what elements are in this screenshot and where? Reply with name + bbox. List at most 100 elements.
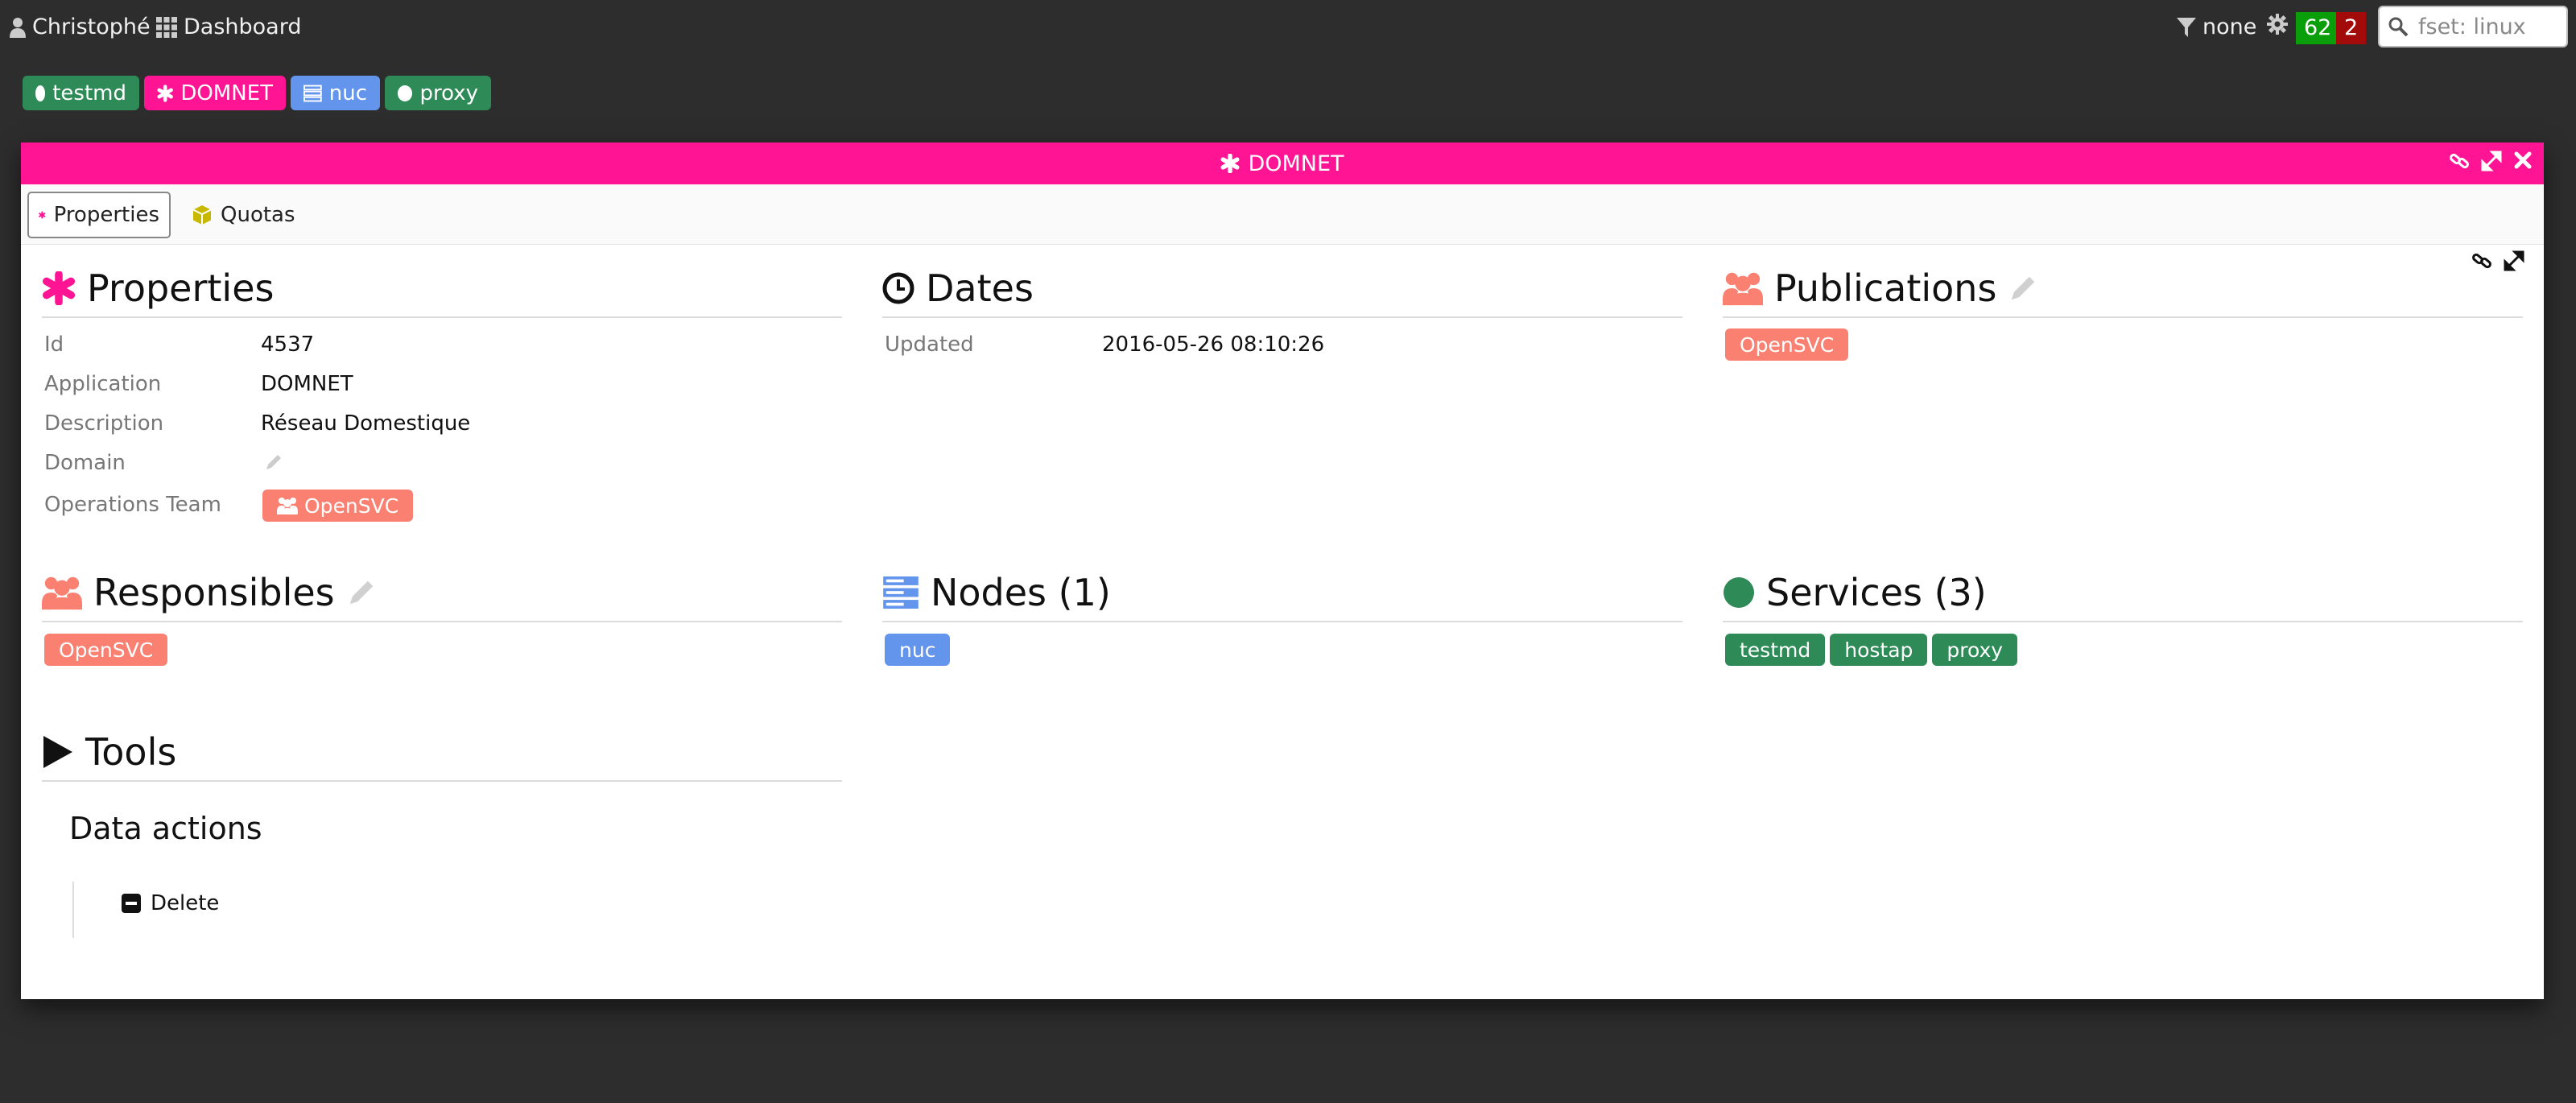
- object-tab-label: DOMNET: [180, 81, 273, 105]
- property-key: Domain: [44, 451, 126, 475]
- section-title-text: Responsibles: [93, 571, 335, 614]
- property-key: Application: [44, 372, 162, 396]
- date-key: Updated: [885, 333, 974, 357]
- property-key: Operations Team: [44, 493, 221, 517]
- search-icon: [2388, 17, 2409, 37]
- section-title: Responsibles: [42, 566, 842, 619]
- dates-section: Dates: [882, 262, 1682, 318]
- pencil-icon[interactable]: [346, 577, 377, 608]
- circle-icon: [35, 85, 46, 101]
- object-tab-nuc[interactable]: nuc: [291, 76, 380, 110]
- clock-icon: [882, 272, 914, 304]
- grid-icon: [156, 16, 177, 38]
- section-title: Dates: [882, 262, 1682, 315]
- user-icon: [10, 17, 26, 38]
- delete-label: Delete: [151, 891, 220, 915]
- divider: [42, 780, 842, 782]
- user-name: Christophé: [32, 14, 151, 39]
- publications-section: Publications: [1723, 262, 2523, 318]
- server-icon: [883, 576, 919, 609]
- section-title-text: Dates: [926, 266, 1034, 310]
- pencil-icon[interactable]: [264, 452, 283, 472]
- circle-icon: [398, 85, 413, 101]
- dashboard-link[interactable]: Dashboard: [156, 14, 301, 39]
- service-badge-testmd[interactable]: testmd: [1725, 634, 1826, 666]
- panel-title: DOMNET: [1248, 151, 1344, 176]
- service-badge-proxy[interactable]: proxy: [1932, 634, 2018, 666]
- responsibles-section: Responsibles: [42, 566, 842, 622]
- asterisk-icon: [157, 84, 173, 102]
- object-tab-domnet[interactable]: DOMNET: [144, 76, 286, 110]
- filter-icon: [2177, 17, 2196, 37]
- section-title: Properties: [42, 262, 842, 315]
- filter-value: none: [2202, 14, 2257, 39]
- ok-count-badge[interactable]: 62: [2296, 12, 2340, 44]
- cube-icon: [192, 205, 212, 225]
- property-value[interactable]: Réseau Domestique: [261, 411, 470, 436]
- section-title-text: Nodes (1): [931, 571, 1111, 614]
- play-icon: [43, 736, 72, 768]
- object-tab-testmd[interactable]: testmd: [23, 76, 139, 110]
- node-badge[interactable]: nuc: [885, 634, 951, 666]
- service-badge-hostap[interactable]: hostap: [1830, 634, 1928, 666]
- tab-label: Properties: [53, 203, 159, 227]
- responsible-badge[interactable]: OpenSVC: [44, 634, 168, 666]
- divider: [72, 882, 74, 938]
- users-icon: [1723, 272, 1763, 306]
- tab-quotas[interactable]: Quotas: [182, 192, 305, 238]
- asterisk-icon: [39, 211, 46, 219]
- property-value: 4537: [261, 333, 315, 357]
- settings-button[interactable]: [2267, 14, 2288, 35]
- open-objects-bar: testmd DOMNET nuc proxy: [23, 76, 491, 110]
- badge-label: OpenSVC: [304, 494, 399, 518]
- object-tab-label: nuc: [328, 81, 367, 105]
- users-icon: [277, 498, 298, 514]
- section-title: Services (3): [1723, 566, 2523, 619]
- object-tab-proxy[interactable]: proxy: [385, 76, 491, 110]
- link-icon[interactable]: [2449, 151, 2470, 171]
- tab-label: Quotas: [221, 203, 295, 227]
- search-box[interactable]: [2378, 6, 2568, 48]
- operations-team-badge[interactable]: OpenSVC: [262, 490, 414, 522]
- object-tab-label: proxy: [419, 81, 478, 105]
- users-icon: [42, 576, 82, 610]
- tab-properties[interactable]: Properties: [27, 192, 171, 238]
- filter-selector[interactable]: none: [2177, 14, 2256, 39]
- divider: [1723, 621, 2523, 622]
- asterisk-icon: [1220, 154, 1240, 173]
- dashboard-label: Dashboard: [184, 14, 302, 39]
- property-key: Description: [44, 411, 164, 436]
- search-input[interactable]: [2417, 13, 2565, 40]
- date-value: 2016-05-26 08:10:26: [1102, 333, 1325, 357]
- delete-button[interactable]: Delete: [122, 891, 219, 915]
- section-title: Nodes (1): [882, 566, 1682, 619]
- section-title-text: Publications: [1774, 266, 1997, 310]
- divider: [42, 621, 842, 622]
- section-title-text: Properties: [87, 266, 275, 310]
- user-menu[interactable]: Christophé: [10, 14, 151, 39]
- error-count-badge[interactable]: 2: [2336, 12, 2367, 44]
- divider: [882, 621, 1682, 622]
- nodes-section: Nodes (1): [882, 566, 1682, 622]
- properties-section: Properties: [42, 262, 842, 318]
- top-bar: Christophé Dashboard none 62 2: [0, 0, 2576, 58]
- section-title: Tools: [42, 725, 842, 779]
- object-tab-label: testmd: [52, 81, 126, 105]
- panel-controls: [2449, 151, 2533, 171]
- publication-badge[interactable]: OpenSVC: [1725, 328, 1849, 361]
- panel-tabbar: Properties Quotas: [21, 184, 2544, 245]
- panel-header: DOMNET: [21, 143, 2544, 184]
- services-list: testmd hostap proxy: [1725, 634, 2018, 666]
- tools-section[interactable]: Tools: [42, 725, 842, 782]
- data-actions-heading: Data actions: [69, 811, 262, 846]
- fullscreen-icon[interactable]: [2481, 151, 2502, 171]
- close-icon[interactable]: [2513, 151, 2533, 170]
- divider: [882, 316, 1682, 318]
- property-value: DOMNET: [261, 372, 353, 396]
- circle-icon: [1724, 577, 1754, 608]
- pencil-icon[interactable]: [2008, 273, 2038, 304]
- section-title-text: Services (3): [1766, 571, 1987, 614]
- gear-icon: [2267, 14, 2288, 35]
- section-title-text: Tools: [85, 730, 177, 774]
- divider: [42, 316, 842, 318]
